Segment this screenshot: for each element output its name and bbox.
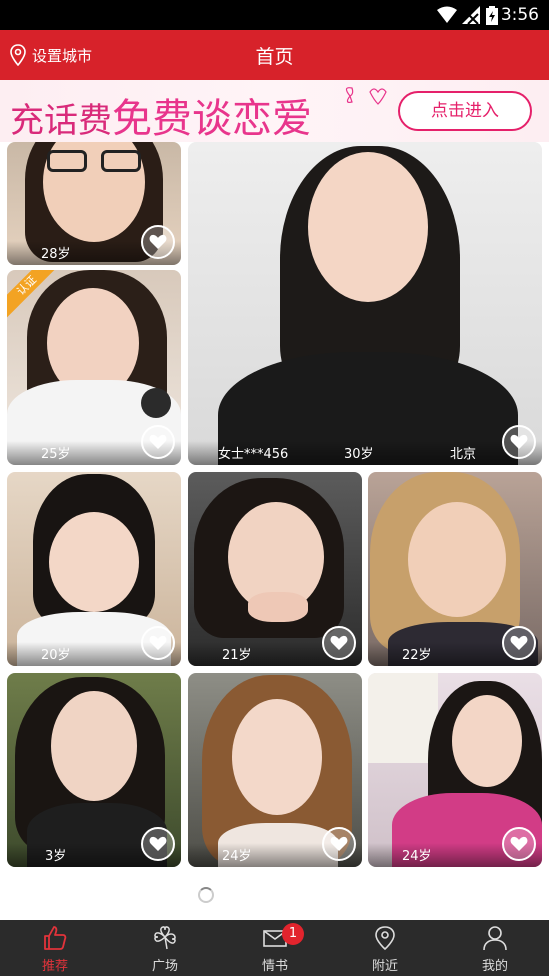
heart-icon — [510, 836, 528, 851]
tab-recommend[interactable]: 推荐 — [0, 920, 110, 976]
unread-badge: 1 — [282, 923, 304, 945]
age-label: 24岁 — [402, 849, 432, 864]
clock: 3:56 — [500, 5, 539, 25]
like-button[interactable] — [502, 626, 536, 660]
heart-icon — [330, 836, 348, 851]
battery-icon — [486, 6, 498, 25]
location-pin-icon — [375, 926, 395, 951]
tab-label: 广场 — [151, 959, 178, 974]
like-button[interactable] — [502, 827, 536, 861]
app-root: 3:56 设置城市 首页 充话费免费谈恋爱 点击进入 28岁 认证 25岁 女士… — [0, 0, 549, 976]
banner-enter-button[interactable]: 点击进入 — [398, 91, 532, 131]
loading-spinner — [198, 887, 214, 903]
banner-headline-part2: 免费谈恋爱 — [112, 96, 312, 142]
banner-headline-part1: 充话费 — [10, 101, 112, 141]
age-label: 24岁 — [222, 849, 252, 864]
like-button[interactable] — [141, 225, 175, 259]
like-button[interactable] — [141, 626, 175, 660]
profile-card-featured[interactable]: 女士***456 30岁 北京 — [188, 142, 542, 465]
thumbs-up-icon — [44, 926, 67, 950]
profile-card[interactable]: 认证 25岁 — [7, 270, 181, 465]
age-label: 25岁 — [41, 447, 71, 462]
age-label: 21岁 — [222, 648, 252, 663]
tab-nearby[interactable]: 附近 — [330, 920, 440, 976]
profile-card[interactable]: 3岁 — [7, 673, 181, 867]
tab-square[interactable]: 广场 — [110, 920, 220, 976]
promo-banner[interactable]: 充话费免费谈恋爱 点击进入 — [0, 80, 549, 142]
heart-icon — [149, 434, 167, 449]
heart-icon — [510, 635, 528, 650]
like-button[interactable] — [322, 626, 356, 660]
age-label: 30岁 — [344, 447, 374, 462]
heart-icon — [149, 234, 167, 249]
heart-icon — [149, 635, 167, 650]
profile-card[interactable]: 21岁 — [188, 472, 362, 666]
heart-icon — [330, 635, 348, 650]
tab-mine[interactable]: 我的 — [440, 920, 549, 976]
age-label: 22岁 — [402, 648, 432, 663]
like-button[interactable] — [141, 827, 175, 861]
user-icon — [483, 926, 507, 951]
heart-icon — [149, 836, 167, 851]
bottom-tab-bar: 推荐 广场 1 情书 附近 我的 — [0, 920, 549, 976]
profile-card[interactable]: 24岁 — [188, 673, 362, 867]
profile-card[interactable]: 28岁 — [7, 142, 181, 265]
tab-label: 情书 — [261, 959, 288, 974]
tab-love-letter[interactable]: 1 情书 — [220, 920, 330, 976]
like-button[interactable] — [502, 425, 536, 459]
like-button[interactable] — [141, 425, 175, 459]
profile-card[interactable]: 24岁 — [368, 673, 542, 867]
profile-photo — [188, 142, 542, 465]
tab-label: 我的 — [481, 959, 508, 974]
page-title: 首页 — [255, 46, 294, 68]
age-label: 28岁 — [41, 247, 71, 262]
no-signal-icon — [462, 6, 480, 24]
clover-icon — [154, 926, 176, 950]
heart-icon — [510, 434, 528, 449]
profile-card[interactable]: 22岁 — [368, 472, 542, 666]
nickname-label: 女士***456 — [218, 447, 289, 462]
age-label: 3岁 — [45, 849, 67, 864]
status-bar: 3:56 — [0, 0, 549, 30]
butterfly-decoration-icon — [345, 87, 387, 105]
wifi-icon — [437, 6, 457, 23]
city-label: 北京 — [450, 447, 477, 462]
header: 设置城市 首页 — [0, 30, 549, 80]
banner-headline: 充话费免费谈恋爱 — [10, 86, 312, 142]
tab-label: 推荐 — [41, 959, 68, 974]
profile-card[interactable]: 20岁 — [7, 472, 181, 666]
tab-label: 附近 — [371, 959, 398, 974]
age-label: 20岁 — [41, 648, 71, 663]
like-button[interactable] — [322, 827, 356, 861]
